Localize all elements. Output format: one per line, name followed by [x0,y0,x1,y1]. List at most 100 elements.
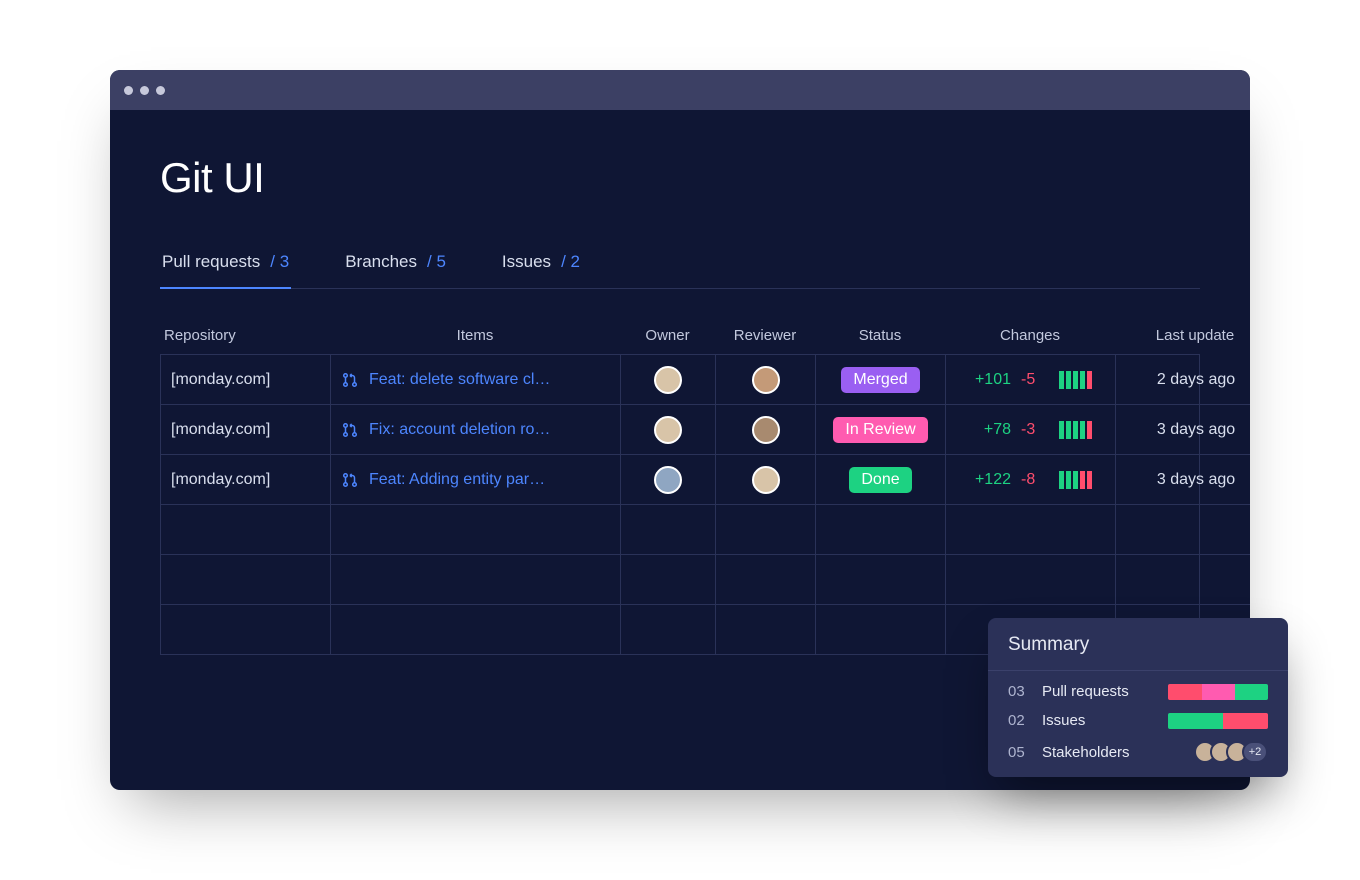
col-owner: Owner [620,317,715,354]
col-status: Status [815,317,945,354]
tab-count: / 3 [270,252,289,272]
summary-row: 05 Stakeholders +2 [988,729,1288,763]
avatar [654,466,682,494]
col-items: Items [330,317,620,354]
table-row[interactable]: [monday.com] Feat: delete software cl… Mer… [161,355,1199,405]
cell-changes: +78 -3 [946,405,1116,455]
deletions: -3 [1021,421,1049,439]
status-badge: Merged [841,367,919,393]
cell-repository: [monday.com] [161,355,331,405]
diff-bars [1059,471,1092,489]
cell-item[interactable]: Fix: account deletion ro… [331,405,621,455]
cell-owner[interactable] [621,355,716,405]
summary-count: 03 [1008,683,1032,700]
pull-request-icon [341,371,359,389]
cell-item[interactable]: Feat: delete software cl… [331,355,621,405]
tab-label: Issues [502,252,551,272]
stakeholders-avatars[interactable]: +2 [1194,741,1268,763]
window-maximize-icon[interactable] [156,86,165,95]
table-row[interactable]: [monday.com] Feat: Adding entity par… Done… [161,455,1199,505]
cell-item[interactable]: Feat: Adding entity par… [331,455,621,505]
page-title: Git UI [160,154,1200,202]
window-controls[interactable] [124,86,165,95]
status-badge: Done [849,467,911,493]
summary-count: 05 [1008,744,1032,761]
item-title: Feat: delete software cl… [369,371,550,389]
table-header: Repository Items Owner Reviewer Status C… [160,317,1200,354]
tab-count: / 2 [561,252,580,272]
tab-label: Branches [345,252,417,272]
cell-changes: +101 -5 [946,355,1116,405]
summary-bar [1168,713,1268,729]
cell-owner[interactable] [621,405,716,455]
tab-pull-requests[interactable]: Pull requests / 3 [160,242,291,288]
pull-requests-table: Repository Items Owner Reviewer Status C… [160,317,1200,655]
cell-repository: [monday.com] [161,405,331,455]
empty-cell [621,605,716,655]
summary-label: Pull requests [1042,683,1158,700]
cell-repository: [monday.com] [161,455,331,505]
summary-panel: Summary 03 Pull requests02Issues 05 Stakeho… [988,618,1288,777]
diff-bars [1059,421,1092,439]
empty-cell [1116,505,1250,555]
summary-bar [1168,684,1268,700]
empty-cell [331,605,621,655]
cell-reviewer[interactable] [716,455,816,505]
col-last-update: Last update [1115,317,1250,354]
avatar-overflow[interactable]: +2 [1242,741,1268,763]
empty-cell [716,555,816,605]
window-close-icon[interactable] [124,86,133,95]
window-minimize-icon[interactable] [140,86,149,95]
avatar [654,366,682,394]
cell-reviewer[interactable] [716,405,816,455]
empty-cell [716,605,816,655]
tab-count: / 5 [427,252,446,272]
empty-cell [621,555,716,605]
tab-issues[interactable]: Issues / 2 [500,242,582,288]
pull-request-icon [341,421,359,439]
deletions: -8 [1021,471,1049,489]
empty-cell [1116,555,1250,605]
cell-status: Merged [816,355,946,405]
summary-label: Issues [1042,712,1158,729]
cell-last-update: 3 days ago [1116,405,1250,455]
table-row [161,505,1199,555]
window-titlebar [110,70,1250,110]
empty-cell [816,505,946,555]
tab-branches[interactable]: Branches / 5 [343,242,448,288]
pull-request-icon [341,471,359,489]
table-row[interactable]: [monday.com]Fix: account deletion ro…In … [161,405,1199,455]
diff-bars [1059,371,1092,389]
summary-title: Summary [988,618,1288,671]
empty-cell [161,555,331,605]
avatar [752,416,780,444]
empty-cell [621,505,716,555]
additions: +78 [969,421,1011,439]
cell-last-update: 2 days ago [1116,355,1250,405]
cell-changes: +122 -8 [946,455,1116,505]
additions: +122 [969,471,1011,489]
summary-label: Stakeholders [1042,744,1184,761]
avatar [654,416,682,444]
cell-owner[interactable] [621,455,716,505]
empty-cell [716,505,816,555]
table-row [161,555,1199,605]
col-repository: Repository [160,317,330,354]
tabs: Pull requests / 3 Branches / 5 Issues / … [160,242,1200,289]
empty-cell [816,605,946,655]
item-title: Feat: Adding entity par… [369,471,545,489]
avatar [752,466,780,494]
item-title: Fix: account deletion ro… [369,421,550,439]
empty-cell [331,555,621,605]
col-changes: Changes [945,317,1115,354]
cell-status: Done [816,455,946,505]
additions: +101 [969,371,1011,389]
empty-cell [161,605,331,655]
col-reviewer: Reviewer [715,317,815,354]
deletions: -5 [1021,371,1049,389]
cell-last-update: 3 days ago [1116,455,1250,505]
empty-cell [331,505,621,555]
cell-reviewer[interactable] [716,355,816,405]
empty-cell [161,505,331,555]
summary-row: 02Issues [988,700,1288,729]
